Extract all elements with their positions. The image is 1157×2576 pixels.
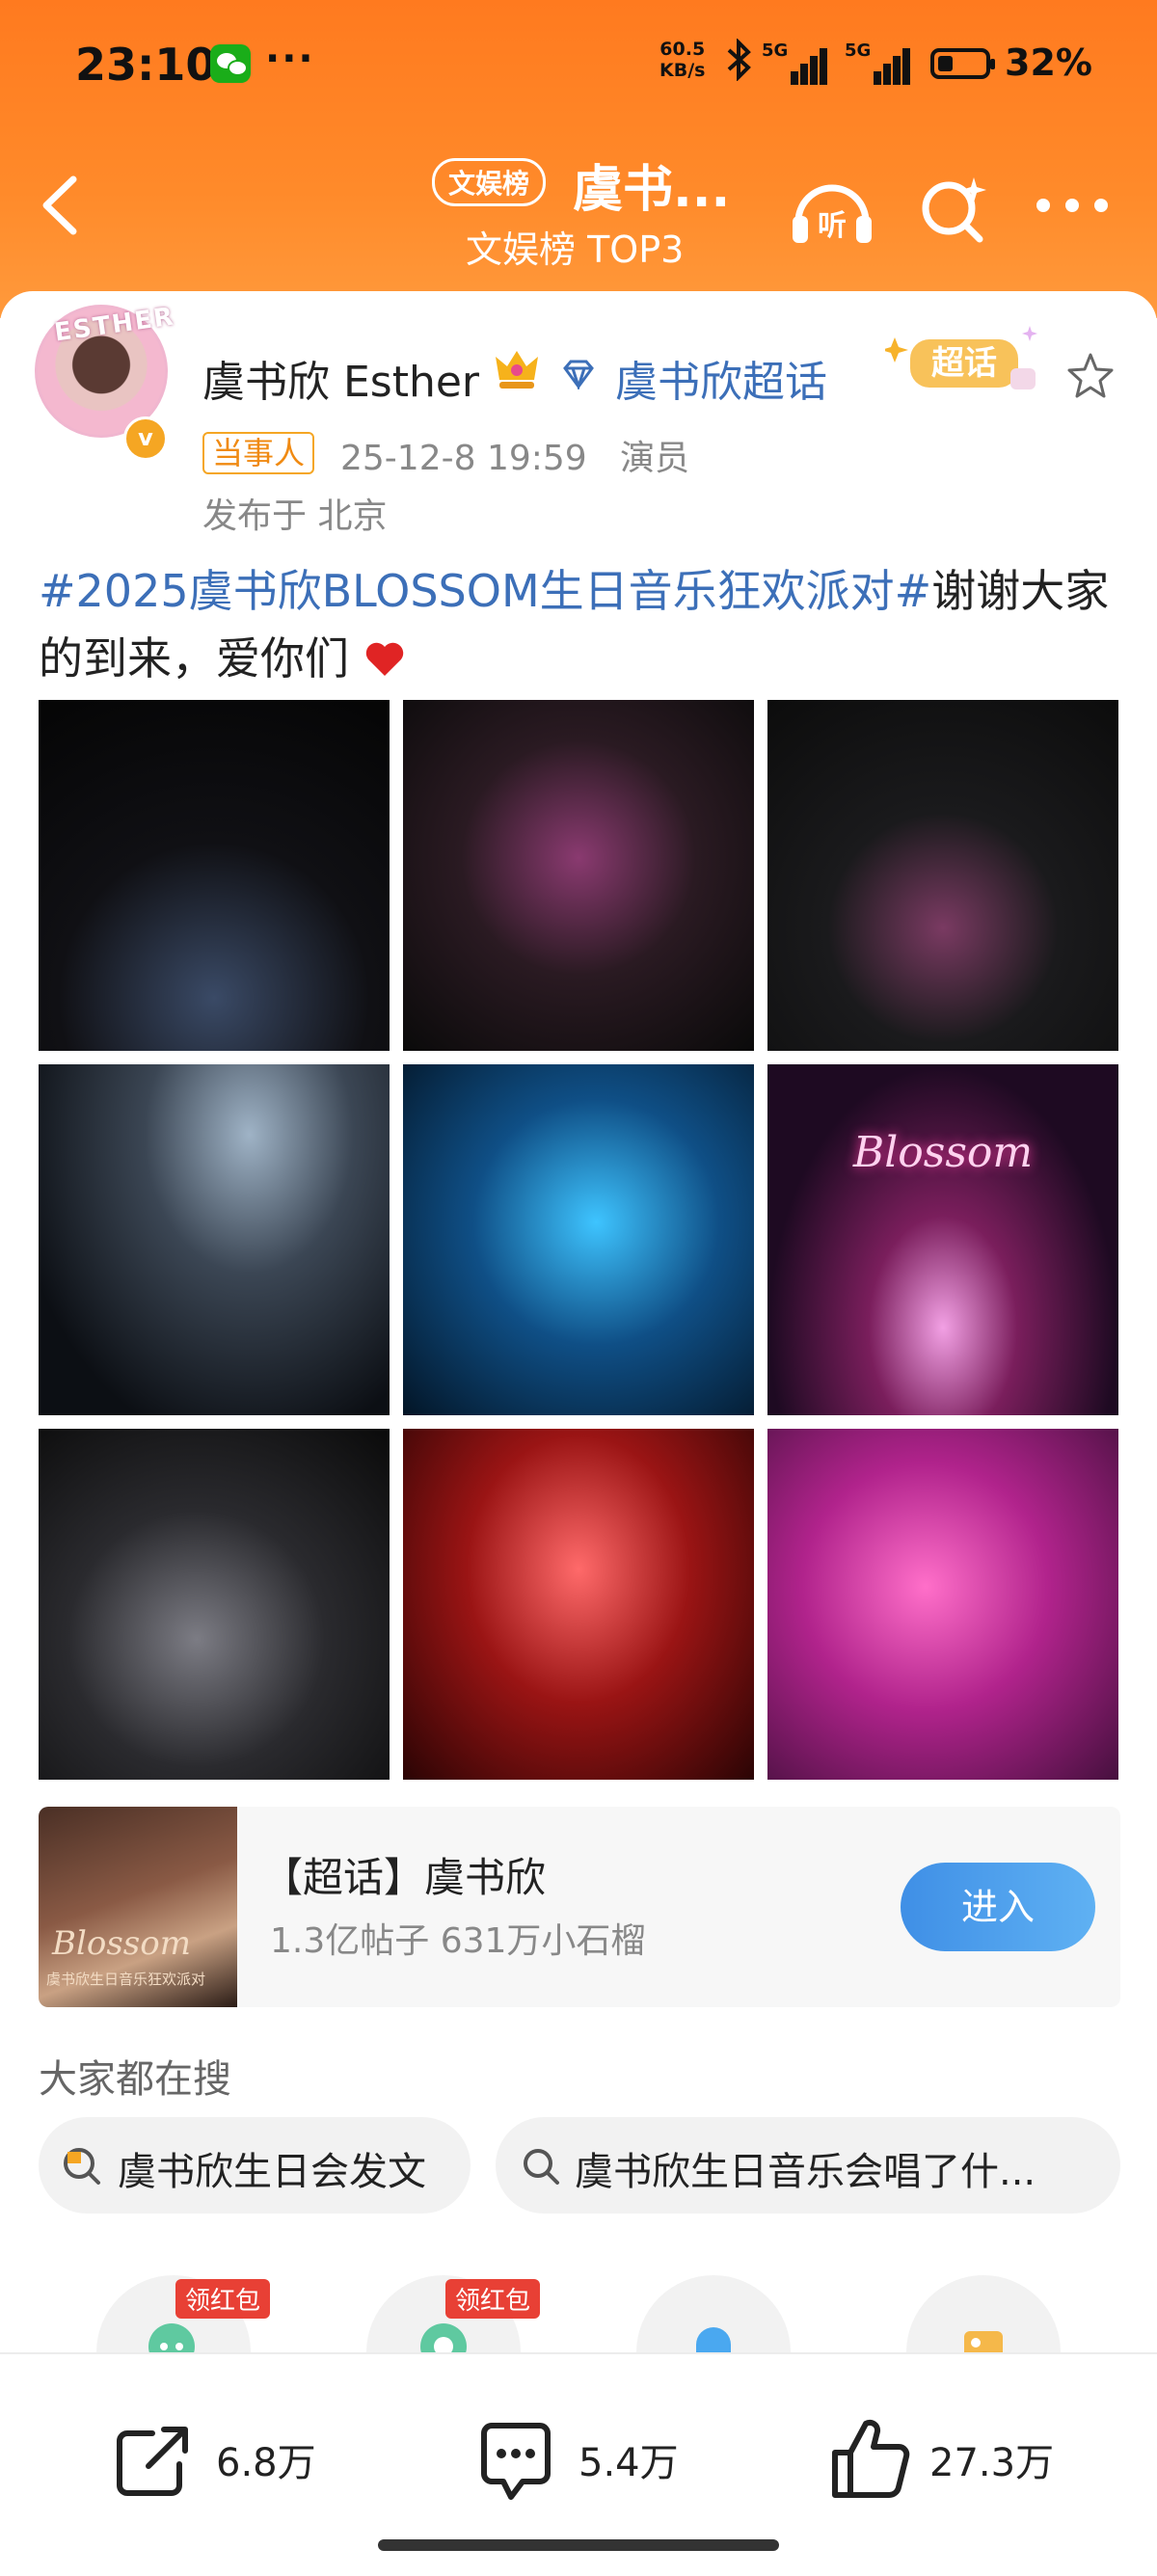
comment-count: 5.4万: [578, 2441, 679, 2485]
sim1-label: 5G: [762, 40, 789, 61]
home-indicator[interactable]: [378, 2539, 779, 2551]
signal-sim2-icon: 5G: [845, 40, 910, 85]
super-topic-title: 【超话】虞书欣: [262, 1854, 547, 1901]
post-photo-2[interactable]: [403, 700, 754, 1051]
enter-button[interactable]: 进入: [901, 1863, 1095, 1951]
verified-badge: v: [123, 416, 168, 461]
network-speed-value: 60.5: [659, 39, 706, 60]
more-menu-button[interactable]: [1034, 195, 1111, 220]
post-meta: 25-12-8 19:59 演员: [340, 430, 689, 480]
post-photo-5[interactable]: [403, 1064, 754, 1415]
listen-label: 听: [818, 209, 847, 243]
thumbnail-caption: 虞书欣生日音乐狂欢派对: [46, 1971, 206, 1988]
role-badge: 当事人: [202, 432, 315, 474]
super-topic-stats: 1.3亿帖子 631万小石榴: [270, 1921, 646, 1961]
chaohua-tag: 超话: [931, 344, 997, 383]
author-name[interactable]: 虞书欣 Esther: [202, 347, 479, 409]
listen-button[interactable]: 听: [789, 172, 875, 253]
super-topic-badge[interactable]: 超话: [885, 318, 1049, 405]
search-chip-1-label: 虞书欣生日会发文: [118, 2150, 426, 2194]
share-count: 6.8万: [216, 2441, 316, 2485]
red-heart-icon: [365, 642, 403, 676]
sim2-label: 5G: [845, 40, 872, 61]
search-icon: [524, 2149, 559, 2185]
more-dots-icon: [1036, 199, 1108, 212]
hot-search-icon: [64, 2148, 100, 2185]
super-topic-card[interactable]: Blossom 虞书欣生日音乐狂欢派对 【超话】虞书欣 1.3亿帖子 631万小…: [39, 1807, 1120, 2007]
search-chip-2[interactable]: 虞书欣生日音乐会唱了什...: [496, 2117, 1120, 2214]
share-button[interactable]: 6.8万: [114, 2414, 345, 2501]
post-photo-3[interactable]: [767, 700, 1118, 1051]
battery-percent: 32%: [1005, 41, 1092, 84]
post-photo-1[interactable]: [39, 700, 390, 1051]
post-datetime: 25-12-8 19:59: [340, 439, 587, 478]
battery-icon: [930, 48, 995, 79]
wechat-icon: [210, 44, 251, 83]
search-chip-2-label: 虞书欣生日音乐会唱了什...: [575, 2150, 1036, 2194]
status-bar: 23:10 ··· 60.5 KB/s 5G 5G 32%: [0, 0, 1157, 135]
search-chip-1[interactable]: 虞书欣生日会发文: [39, 2117, 471, 2214]
diamond-icon: [563, 360, 594, 389]
search-section-title: 大家都在搜: [39, 2057, 231, 2102]
ranking-tag: 文娱榜: [432, 158, 547, 206]
super-topic-link[interactable]: 虞书欣超话: [615, 347, 827, 409]
search-button[interactable]: [916, 172, 993, 253]
nav-bar: 文娱榜 虞书... 文娱榜 TOP3 听: [0, 135, 1157, 280]
post-text: #2025虞书欣BLOSSOM生日音乐狂欢派对#谢谢大家的到来，爱你们: [39, 557, 1128, 692]
battery-level: [938, 56, 953, 71]
favorite-star-icon[interactable]: [1065, 351, 1116, 401]
comment-button[interactable]: 5.4万: [474, 2414, 706, 2501]
like-button[interactable]: 27.3万: [829, 2414, 1080, 2501]
network-speed-unit: KB/s: [659, 60, 706, 81]
bluetooth-icon: [725, 38, 754, 90]
network-speed: 60.5 KB/s: [659, 39, 705, 81]
nav-subtitle[interactable]: 文娱榜 TOP3: [466, 220, 684, 273]
comment-icon: [481, 2423, 551, 2500]
status-time: 23:10: [75, 39, 217, 91]
thumbnail-title: Blossom: [52, 1924, 191, 1963]
share-icon: [117, 2427, 188, 2496]
post-photo-8[interactable]: [403, 1429, 754, 1780]
post-photo-7[interactable]: [39, 1429, 390, 1780]
photo-caption-6: Blossom: [852, 1127, 1034, 1177]
like-count: 27.3万: [929, 2441, 1055, 2485]
super-topic-thumbnail: Blossom 虞书欣生日音乐狂欢派对: [39, 1807, 237, 2007]
post-location: 发布于 北京: [202, 496, 388, 536]
author-profession: 演员: [620, 439, 690, 478]
headphones-icon: 听: [793, 184, 872, 243]
status-more-icon: ···: [265, 37, 315, 81]
search-sparkle-icon: [922, 177, 986, 243]
post-hashtag[interactable]: #2025虞书欣BLOSSOM生日音乐狂欢派对#: [39, 565, 931, 617]
post-photo-4[interactable]: [39, 1064, 390, 1415]
back-button[interactable]: [37, 172, 85, 239]
signal-sim1-icon: 5G: [762, 40, 827, 85]
red-packet-badge-1: 领红包: [175, 2279, 271, 2319]
crown-vip-icon: [496, 351, 538, 389]
back-arrow-icon: [42, 175, 77, 235]
post-photo-6[interactable]: Blossom: [767, 1064, 1118, 1415]
red-packet-badge-2: 领红包: [445, 2279, 541, 2319]
post-photo-9[interactable]: [767, 1429, 1118, 1780]
nav-title: 虞书...: [573, 161, 731, 219]
thumbs-up-icon: [832, 2419, 910, 2498]
